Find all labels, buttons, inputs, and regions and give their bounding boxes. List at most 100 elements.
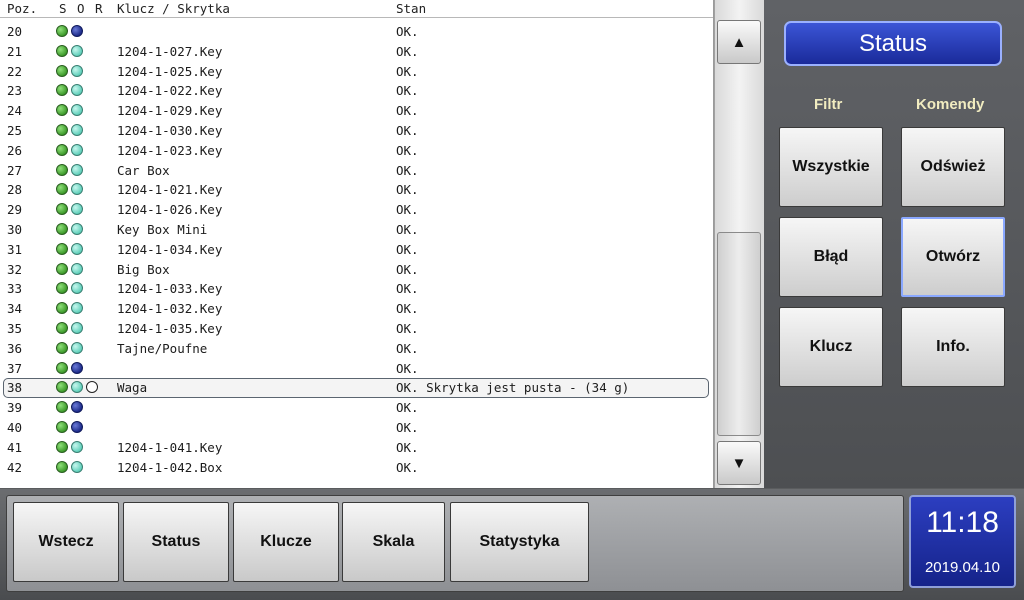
green-status-dot-icon <box>56 104 68 117</box>
green-status-dot-icon <box>56 84 68 97</box>
nav-keys-button[interactable]: Klucze <box>233 502 339 582</box>
back-button[interactable]: Wstecz <box>13 502 119 582</box>
scroll-thumb[interactable] <box>717 232 761 436</box>
status-indicators <box>56 341 83 356</box>
row-position: 26 <box>7 142 23 158</box>
white-status-dot-icon <box>86 381 98 394</box>
table-row[interactable]: 36 Tajne/Poufne OK. <box>0 339 713 359</box>
row-status-text: OK. <box>396 301 419 317</box>
table-row-selected[interactable]: 38 Waga OK. Skrytka jest pusta - (34 g) <box>0 378 713 399</box>
side-panel: Status Filtr Komendy Wszystkie Odśwież B… <box>764 0 1024 488</box>
arrow-up-icon: ▲ <box>731 33 747 51</box>
table-row[interactable]: 31 1204-1-034.Key OK. <box>0 240 713 260</box>
status-indicators <box>56 242 83 257</box>
navy-status-dot-icon <box>71 401 83 414</box>
row-key-name: 1204-1-042.Box <box>117 459 223 475</box>
row-key-name: 1204-1-033.Key <box>117 281 223 297</box>
filter-all-button[interactable]: Wszystkie <box>779 127 883 207</box>
list-scrollbar[interactable]: ▲ ▼ <box>714 0 764 488</box>
navy-status-dot-icon <box>71 420 83 433</box>
table-row[interactable]: 35 1204-1-035.Key OK. <box>0 319 713 339</box>
status-indicators <box>56 381 98 395</box>
table-row[interactable]: 26 1204-1-023.Key OK. <box>0 141 713 161</box>
table-row[interactable]: 20 OK. <box>0 22 713 42</box>
row-status-text: OK. <box>396 221 419 237</box>
cyan-status-dot-icon <box>71 222 83 235</box>
filter-key-button[interactable]: Klucz <box>779 307 883 387</box>
nav-status-button[interactable]: Status <box>123 502 229 582</box>
status-indicators <box>56 104 83 118</box>
row-key-name: 1204-1-023.Key <box>117 142 223 158</box>
green-status-dot-icon <box>56 25 68 37</box>
row-status-text: OK. <box>396 142 419 158</box>
row-key-name: 1204-1-026.Key <box>117 202 223 218</box>
scroll-up-button[interactable]: ▲ <box>717 20 761 64</box>
row-status-text: OK. <box>396 83 419 99</box>
cyan-status-dot-icon <box>71 123 83 136</box>
open-button[interactable]: Otwórz <box>901 217 1005 297</box>
table-row[interactable]: 34 1204-1-032.Key OK. <box>0 299 713 319</box>
nav-scale-button[interactable]: Skala <box>342 502 445 582</box>
table-row[interactable]: 27 Car Box OK. <box>0 161 713 181</box>
table-row[interactable]: 39 OK. <box>0 398 713 418</box>
row-position: 25 <box>7 122 23 138</box>
table-row[interactable]: 42 1204-1-042.Box OK. <box>0 458 713 478</box>
green-status-dot-icon <box>56 222 68 235</box>
row-status-text: OK. <box>396 24 419 39</box>
table-row[interactable]: 30 Key Box Mini OK. <box>0 220 713 240</box>
status-indicators <box>56 25 83 39</box>
table-row[interactable]: 33 1204-1-033.Key OK. <box>0 279 713 299</box>
row-key-name: 1204-1-022.Key <box>117 83 223 99</box>
info-button[interactable]: Info. <box>901 307 1005 387</box>
cyan-status-dot-icon <box>71 104 83 117</box>
status-indicators <box>56 44 83 59</box>
table-row[interactable]: 41 1204-1-041.Key OK. <box>0 438 713 458</box>
table-row[interactable]: 32 Big Box OK. <box>0 260 713 280</box>
row-key-name: 1204-1-034.Key <box>117 241 223 257</box>
row-position: 24 <box>7 103 23 119</box>
row-position: 41 <box>7 439 23 455</box>
green-status-dot-icon <box>56 460 68 473</box>
cyan-status-dot-icon <box>71 460 83 473</box>
row-position: 38 <box>7 380 23 396</box>
row-status-text: OK. <box>396 400 419 416</box>
green-status-dot-icon <box>56 64 68 77</box>
table-row[interactable]: 37 OK. <box>0 359 713 379</box>
row-key-name: Tajne/Poufne <box>117 340 208 356</box>
row-position: 40 <box>7 419 23 435</box>
status-indicators <box>56 361 83 376</box>
row-status-text: OK. <box>396 320 419 336</box>
table-row[interactable]: 28 1204-1-021.Key OK. <box>0 180 713 200</box>
table-row[interactable]: 40 OK. <box>0 418 713 438</box>
header-stan: Stan <box>396 1 427 16</box>
status-indicators <box>56 282 83 296</box>
cyan-status-dot-icon <box>71 321 83 334</box>
row-key-name: 1204-1-027.Key <box>117 43 223 59</box>
nav-statistics-button[interactable]: Statystyka <box>450 502 589 582</box>
table-row[interactable]: 25 1204-1-030.Key OK. <box>0 121 713 141</box>
table-row[interactable]: 29 1204-1-026.Key OK. <box>0 200 713 220</box>
status-indicators <box>56 163 83 178</box>
scroll-down-button[interactable]: ▼ <box>717 441 761 485</box>
row-status-text: OK. <box>396 43 419 59</box>
clock-time: 11:18 <box>926 506 999 539</box>
status-indicators <box>56 183 83 197</box>
green-status-dot-icon <box>56 341 68 354</box>
row-status-text: OK. <box>396 459 419 475</box>
status-indicators <box>56 262 83 277</box>
table-row[interactable]: 24 1204-1-029.Key OK. <box>0 101 713 121</box>
cyan-status-dot-icon <box>71 44 83 57</box>
filtr-label: Filtr <box>814 96 843 113</box>
navy-status-dot-icon <box>71 25 83 37</box>
row-position: 27 <box>7 162 23 178</box>
table-row[interactable]: 23 1204-1-022.Key OK. <box>0 81 713 101</box>
table-row[interactable]: 21 1204-1-027.Key OK. <box>0 42 713 62</box>
status-indicators <box>56 203 83 217</box>
panel-title: Status <box>784 21 1002 66</box>
filter-error-button[interactable]: Błąd <box>779 217 883 297</box>
table-row[interactable]: 22 1204-1-025.Key OK. <box>0 62 713 82</box>
status-indicators <box>56 64 83 79</box>
refresh-button[interactable]: Odśwież <box>901 127 1005 207</box>
status-indicators <box>56 420 83 435</box>
row-status-text: OK. <box>396 419 419 435</box>
